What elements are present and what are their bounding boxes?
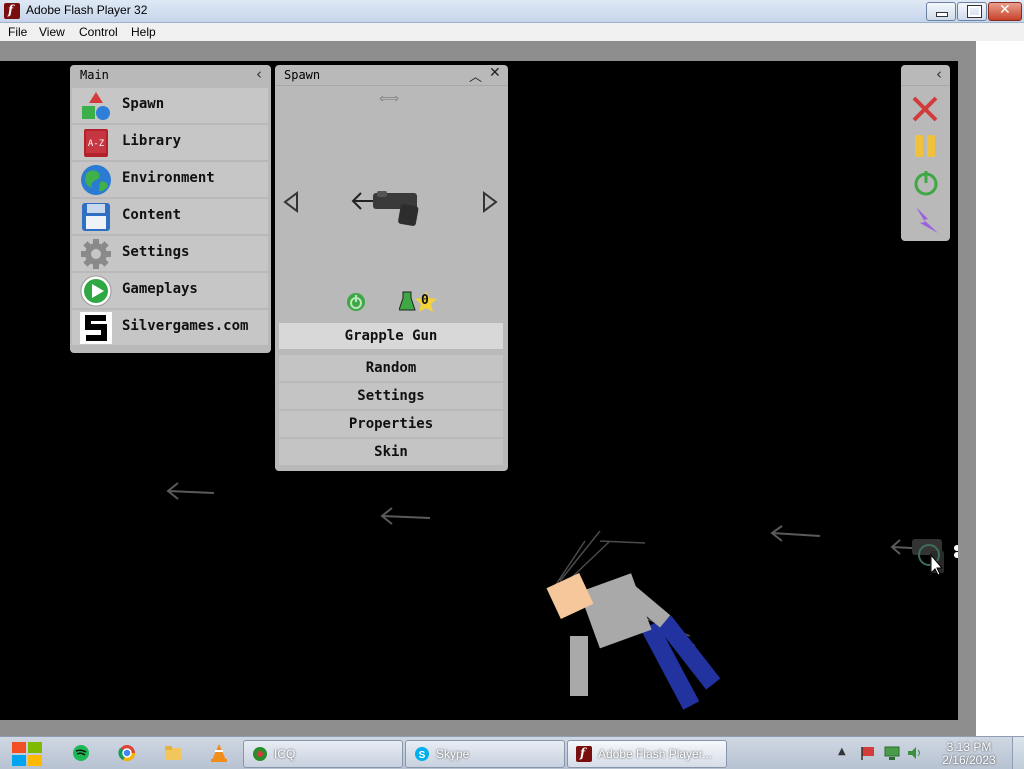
main-menu-silvergames-label: Silvergames.com	[122, 318, 249, 334]
window-title: Adobe Flash Player 32	[26, 3, 148, 17]
skin-button[interactable]: Skin	[279, 439, 503, 465]
start-button-icon[interactable]	[10, 740, 44, 768]
previous-item-icon[interactable]	[283, 191, 299, 213]
close-panel-icon[interactable]: ✕	[489, 65, 501, 81]
skype-icon: S	[415, 747, 429, 761]
main-menu-content-label: Content	[122, 207, 182, 223]
main-menu-library-label: Library	[122, 133, 182, 149]
random-button[interactable]: Random	[279, 355, 503, 381]
main-menu-gameplays-label: Gameplays	[122, 281, 198, 297]
menu-control[interactable]: Control	[79, 25, 118, 39]
settings-button[interactable]: Settings	[279, 383, 503, 409]
spawn-panel-title: Spawn	[284, 68, 321, 82]
taskbar-clock[interactable]: 3:13 PM 2/16/2023	[932, 741, 1006, 767]
tools-panel: ‹	[901, 65, 950, 241]
game-stage[interactable]: Main ‹ Spawn A-Z Library Environment Con…	[0, 61, 958, 720]
minimize-button[interactable]	[926, 2, 956, 21]
taskbar-icq-label: ICQ	[274, 747, 296, 761]
main-menu-settings-label: Settings	[122, 244, 190, 260]
flash-app-icon: f	[4, 3, 20, 19]
properties-button[interactable]: Properties	[279, 411, 503, 437]
network-icon[interactable]	[884, 745, 900, 761]
main-panel: Main ‹ Spawn A-Z Library Environment Con…	[70, 65, 271, 353]
book-az-icon: A-Z	[84, 129, 108, 157]
svg-text:S: S	[419, 750, 426, 761]
grapple-gun-preview	[351, 191, 419, 226]
flag-icon[interactable]	[860, 745, 876, 761]
main-menu-library[interactable]: A-Z Library	[72, 125, 268, 160]
play-icon	[80, 275, 112, 307]
stage-border-right	[958, 41, 976, 721]
silvergames-logo-icon	[80, 312, 112, 344]
main-menu-spawn[interactable]: Spawn	[72, 88, 268, 123]
taskbar-skype-label: Skype	[436, 747, 470, 761]
ragdoll-character	[546, 572, 721, 710]
svg-text:A-Z: A-Z	[88, 139, 105, 149]
window-titlebar[interactable]: f Adobe Flash Player 32 ✕	[0, 0, 1024, 23]
taskbar-flash-player[interactable]: f Adobe Flash Player...	[567, 740, 727, 768]
window-margin	[976, 41, 1024, 736]
main-menu-silvergames[interactable]: Silvergames.com	[72, 310, 268, 345]
floppy-disk-icon	[82, 203, 110, 231]
clock-date: 2/16/2023	[942, 753, 996, 767]
collapse-icon[interactable]: ‹	[256, 65, 262, 83]
restore-icon	[967, 5, 982, 18]
delete-all-icon[interactable]	[911, 95, 939, 123]
main-menu-environment-label: Environment	[122, 170, 215, 186]
main-menu-environment[interactable]: Environment	[72, 162, 268, 197]
spotify-icon[interactable]	[72, 744, 90, 762]
restart-power-icon[interactable]	[912, 169, 940, 197]
restore-button[interactable]	[957, 2, 987, 21]
tray-expand-icon[interactable]: ▲	[838, 746, 846, 757]
direction-icon[interactable]: ⟺	[379, 91, 399, 107]
selected-item-name[interactable]: Grapple Gun	[279, 323, 503, 349]
main-panel-title: Main	[80, 68, 109, 82]
arrow-projectile-2	[380, 507, 431, 525]
minimize-panel-icon[interactable]: ︿	[469, 66, 482, 85]
globe-icon	[81, 165, 111, 195]
arrow-projectile-3	[770, 525, 821, 542]
shapes-icon	[82, 92, 110, 120]
pause-icon[interactable]	[913, 133, 939, 159]
taskbar-skype[interactable]: S Skype	[405, 740, 565, 768]
main-menu-spawn-label: Spawn	[122, 96, 165, 112]
chrome-icon[interactable]	[118, 744, 136, 762]
power-toggle-icon[interactable]	[345, 291, 367, 313]
stage-border-top	[0, 41, 976, 61]
vlc-icon[interactable]	[210, 743, 228, 763]
menu-file[interactable]: File	[8, 25, 27, 39]
next-item-icon[interactable]	[482, 191, 498, 213]
collapse-tools-icon[interactable]: ‹	[936, 65, 942, 83]
item-count: 0	[421, 293, 429, 308]
arrow-projectile-1	[166, 482, 215, 500]
taskbar-icq[interactable]: ICQ	[243, 740, 403, 768]
menubar: File View Control Help	[0, 23, 1024, 41]
menu-help[interactable]: Help	[131, 25, 156, 39]
spawn-panel: Spawn ︿ ✕ ⟺ 0 Grapple Gun Random Setting…	[275, 65, 508, 471]
show-desktop-button[interactable]	[1012, 737, 1024, 769]
main-menu-gameplays[interactable]: Gameplays	[72, 273, 268, 308]
main-menu-settings[interactable]: Settings	[72, 236, 268, 271]
close-icon: ✕	[999, 2, 1011, 18]
gear-icon	[81, 239, 111, 269]
menu-view[interactable]: View	[39, 25, 65, 39]
flash-taskbar-icon: f	[576, 746, 592, 762]
minimize-icon	[936, 12, 948, 17]
flask-star-icon[interactable]	[399, 289, 439, 315]
taskbar: ICQ S Skype f Adobe Flash Player... ▲ 3:…	[0, 736, 1024, 769]
main-menu-content[interactable]: Content	[72, 199, 268, 234]
stage-border-bottom	[0, 720, 976, 736]
volume-icon[interactable]	[906, 745, 922, 761]
icq-icon	[253, 747, 267, 761]
close-window-button[interactable]: ✕	[988, 2, 1022, 21]
lightning-icon[interactable]	[912, 205, 940, 235]
folder-icon[interactable]	[164, 745, 182, 761]
taskbar-flash-player-label: Adobe Flash Player...	[598, 747, 713, 761]
